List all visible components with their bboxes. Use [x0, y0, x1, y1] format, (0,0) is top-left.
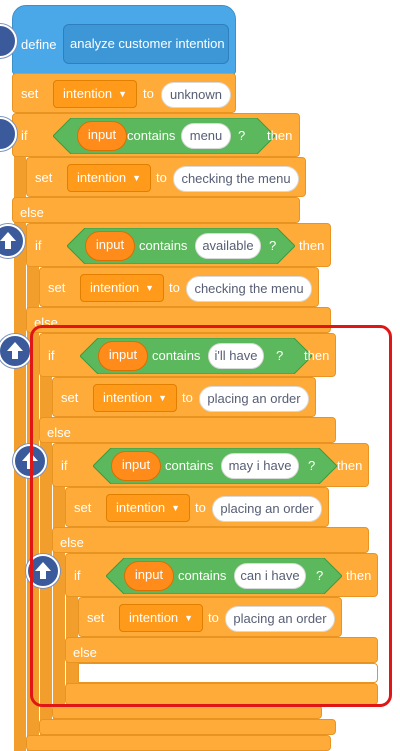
- collapse-arrow-icon[interactable]: [0, 334, 32, 368]
- input-reporter[interactable]: input: [85, 231, 135, 261]
- value-input[interactable]: unknown: [161, 82, 231, 108]
- to-keyword: to: [169, 280, 180, 295]
- if-keyword: if: [21, 128, 28, 143]
- set-keyword: set: [35, 170, 53, 185]
- define-name: analyze customer intention: [70, 36, 225, 51]
- set-block-top[interactable]: set intention ▼ to unknown: [12, 73, 236, 113]
- highlight-box: [30, 325, 392, 707]
- if2-footer: [26, 735, 331, 751]
- set-keyword: set: [48, 280, 66, 295]
- input-reporter[interactable]: input: [77, 121, 127, 151]
- if1-header[interactable]: if input contains menu ? then: [12, 113, 300, 157]
- value-input[interactable]: checking the menu: [186, 276, 312, 302]
- contains-label: contains: [127, 128, 176, 143]
- if3-footer: [39, 719, 336, 735]
- define-name-box[interactable]: analyze customer intention: [63, 24, 229, 64]
- question-mark: ?: [269, 238, 277, 253]
- query-input[interactable]: menu: [181, 123, 231, 149]
- to-keyword: to: [143, 86, 154, 101]
- if2-set[interactable]: set intention ▼ to checking the menu: [39, 267, 319, 307]
- if2-header[interactable]: if input contains available ? then: [26, 223, 331, 267]
- query-input[interactable]: available: [195, 233, 261, 259]
- else-keyword: else: [20, 205, 44, 220]
- set-keyword: set: [21, 86, 39, 101]
- question-mark: ?: [238, 128, 246, 143]
- define-block[interactable]: define analyze customer intention: [12, 5, 236, 75]
- to-keyword: to: [156, 170, 167, 185]
- dropdown-caret-icon: ▼: [118, 89, 127, 99]
- collapse-arrow-icon[interactable]: [0, 224, 25, 258]
- if1-else: else: [12, 197, 300, 223]
- then-keyword: then: [267, 128, 293, 143]
- if1-set[interactable]: set intention ▼ to checking the menu: [26, 157, 306, 197]
- value-input[interactable]: checking the menu: [173, 166, 299, 192]
- variable-dropdown[interactable]: intention ▼: [80, 274, 164, 302]
- if4-footer: [52, 705, 322, 719]
- if-keyword: if: [35, 238, 42, 253]
- define-keyword: define: [21, 37, 57, 52]
- then-keyword: then: [299, 238, 325, 253]
- dropdown-caret-icon: ▼: [145, 283, 154, 293]
- contains-label: contains: [139, 238, 188, 253]
- variable-dropdown[interactable]: intention ▼: [53, 80, 137, 108]
- variable-dropdown[interactable]: intention ▼: [67, 164, 151, 192]
- dropdown-caret-icon: ▼: [132, 173, 141, 183]
